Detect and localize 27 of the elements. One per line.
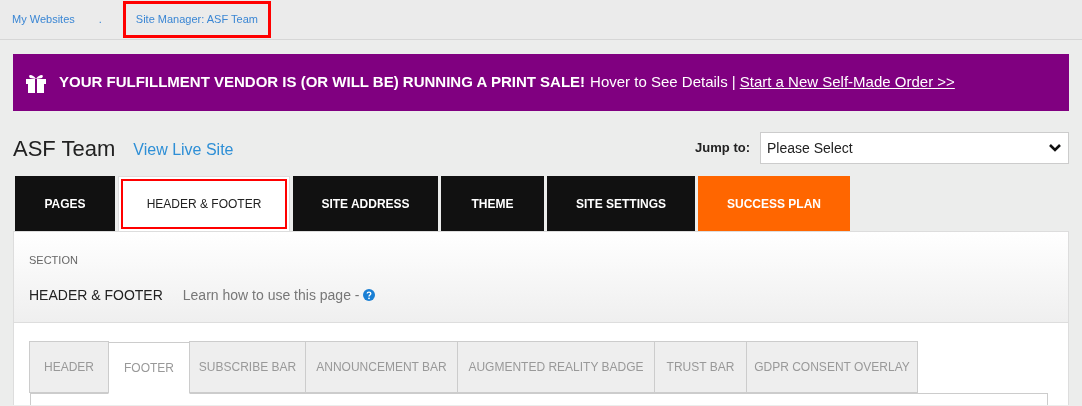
section-tab[interactable]: GDPR CONSENT OVERLAY <box>746 341 918 393</box>
section-tab[interactable]: HEADER <box>29 341 109 393</box>
nav-tab[interactable]: SITE ADDRESS <box>293 176 438 231</box>
breadcrumb-link[interactable]: . <box>98 11 102 28</box>
view-live-site-link[interactable]: View Live Site <box>133 137 234 162</box>
breadcrumb-link[interactable]: Site Manager: ASF Team <box>125 4 268 35</box>
banner-headline: YOUR FULFILLMENT VENDOR IS (OR WILL BE) RUNNING A PRINT SALE! <box>59 72 586 93</box>
nav-tab[interactable]: THEME <box>441 176 544 231</box>
help-link[interactable]: Learn how to use this page - <box>182 284 360 306</box>
section-tab[interactable]: FOOTER <box>108 342 190 394</box>
nav-tab[interactable]: PAGES <box>15 176 115 231</box>
jump-to-select[interactable]: Please Select <box>760 132 1069 164</box>
breadcrumb-link[interactable]: My Websites <box>12 11 75 28</box>
section-label: SECTION <box>29 253 79 268</box>
section-tab[interactable]: AUGMENTED REALITY BADGE <box>457 341 655 393</box>
section-tab[interactable]: TRUST BAR <box>654 341 747 393</box>
section-tab[interactable]: SUBSCRIBE BAR <box>189 341 306 393</box>
section-tab[interactable]: ANNOUNCEMENT BAR <box>305 341 458 393</box>
new-order-link[interactable]: Start a New Self-Made Order >> <box>739 71 955 94</box>
nav-tab[interactable]: SUCCESS PLAN <box>698 176 850 231</box>
chevron-down-icon <box>1048 143 1062 153</box>
banner-hint: Hover to See Details | <box>590 72 736 93</box>
nav-tab[interactable]: SITE SETTINGS <box>547 176 695 231</box>
section-title: HEADER & FOOTER <box>29 285 163 305</box>
site-title: ASF Team <box>13 134 116 163</box>
help-icon[interactable] <box>363 289 376 301</box>
jump-to-label: Jump to: <box>695 139 750 158</box>
